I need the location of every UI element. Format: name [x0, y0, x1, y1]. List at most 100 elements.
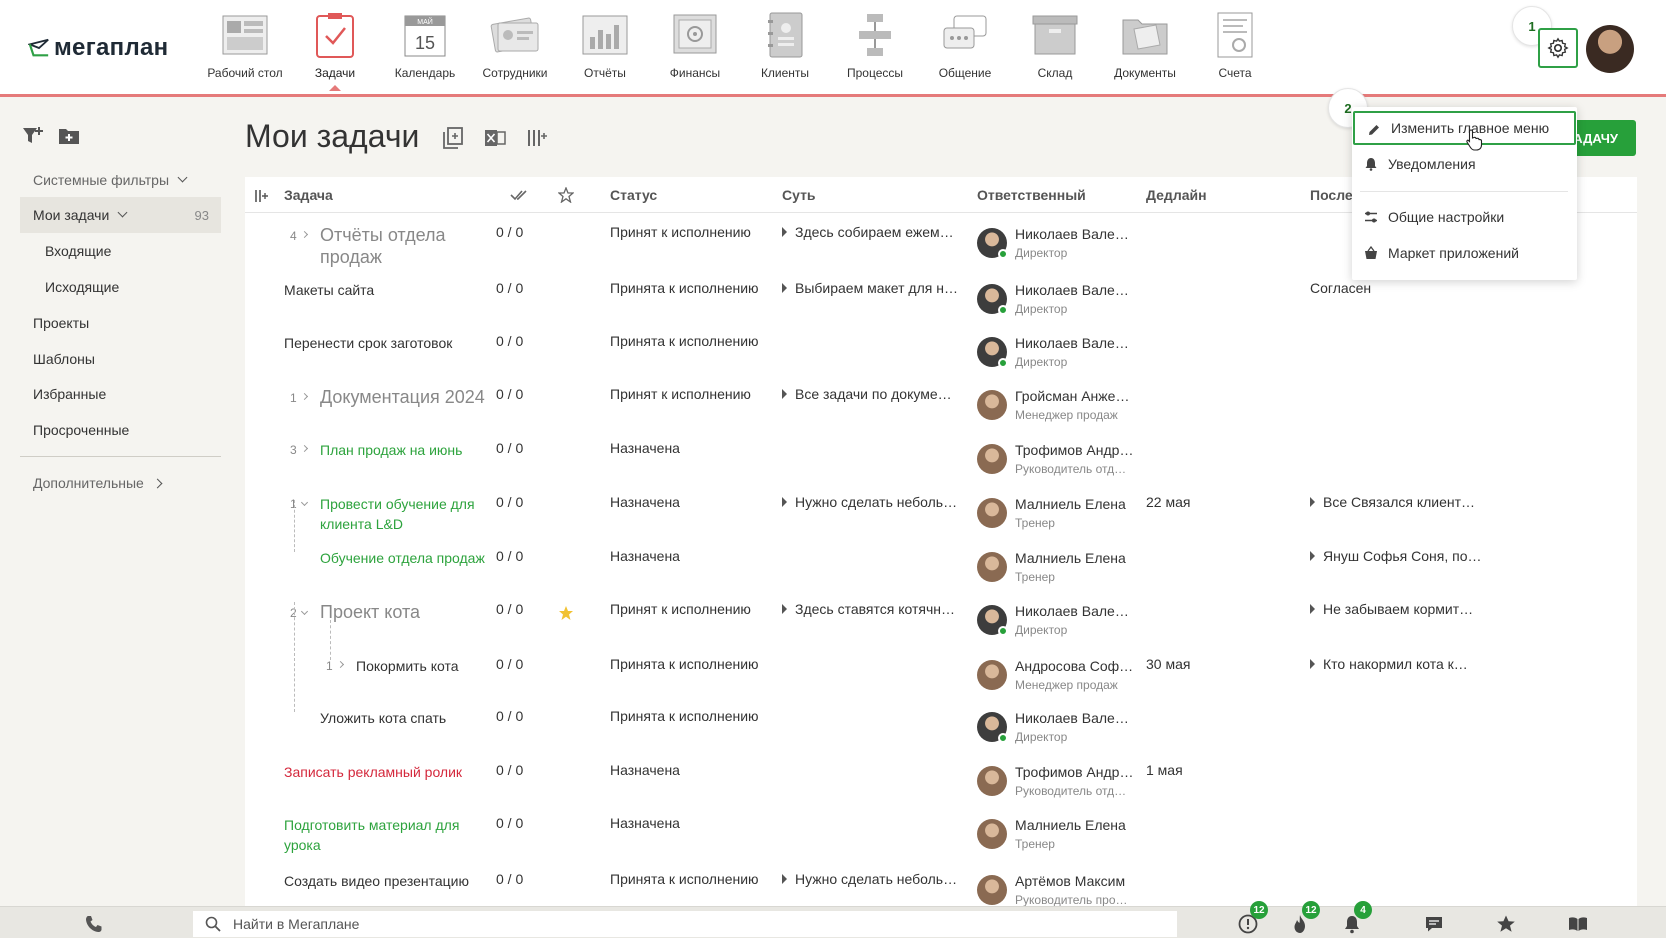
subtask-count[interactable]: 4	[290, 229, 297, 243]
chevron-right-icon[interactable]	[300, 444, 309, 453]
table-row[interactable]: Обучение отдела продаж 0 / 0 Назначена Малн…	[245, 548, 1637, 598]
table-row[interactable]: 1 Документация 2024 0 / 0 Принят к исполнен…	[245, 386, 1637, 436]
table-row[interactable]: Уложить кота спать 0 / 0 Принята к исполне…	[245, 708, 1637, 758]
last-comment[interactable]: Согласен	[1310, 280, 1371, 296]
subtask-count[interactable]: 1	[290, 391, 297, 405]
sidebar-item-outgoing[interactable]: Исходящие	[20, 269, 221, 305]
columns-settings-icon[interactable]	[526, 127, 548, 149]
copy-icon[interactable]	[442, 127, 464, 149]
chevron-right-icon[interactable]	[300, 392, 309, 401]
last-comment[interactable]: Януш Софья Соня, по…	[1310, 548, 1482, 564]
sidebar-item-overdue[interactable]: Просроченные	[20, 412, 221, 448]
nav-item-finance[interactable]: Финансы	[650, 10, 740, 91]
task-name-link[interactable]: Отчёты отдела продаж	[320, 224, 446, 268]
task-name-link[interactable]: Создать видео презентацию	[284, 871, 469, 891]
table-row[interactable]: Записать рекламный ролик 0 / 0 Назначена Тр…	[245, 762, 1637, 812]
table-row[interactable]: Перенести срок заготовок 0 / 0 Принята к и…	[245, 333, 1637, 383]
sidebar-item-my-tasks[interactable]: Мои задачи 93	[20, 197, 221, 233]
table-row[interactable]: Создать видео презентацию 0 / 0 Принята к …	[245, 871, 1637, 906]
sidebar-item-system-filters[interactable]: Системные фильтры	[20, 162, 221, 198]
messages-icon[interactable]	[1424, 914, 1444, 934]
task-name-link[interactable]: Перенести срок заготовок	[284, 333, 452, 353]
last-comment[interactable]: Не забываем кормит…	[1310, 601, 1473, 617]
knowledge-book-icon[interactable]	[1568, 914, 1588, 934]
chevron-right-icon[interactable]	[300, 230, 309, 239]
settings-button[interactable]	[1538, 28, 1578, 68]
task-name-link[interactable]: Проект кота	[320, 601, 420, 623]
table-row[interactable]: 2 Проект кота 0 / 0 Принят к исполнению Здес…	[245, 601, 1637, 651]
task-essence[interactable]: Нужно сделать неболь…	[782, 871, 957, 887]
sidebar-item-incoming[interactable]: Входящие	[20, 233, 221, 269]
task-name-link[interactable]: Покормить кота	[356, 656, 459, 676]
nav-item-desktop[interactable]: Рабочий стол	[200, 10, 290, 91]
nav-item-processes[interactable]: Процессы	[830, 10, 920, 91]
table-row[interactable]: 3 План продаж на июнь 0 / 0 Назначена Трофим…	[245, 440, 1637, 490]
column-last[interactable]: После	[1310, 187, 1353, 203]
folder-add-icon[interactable]	[58, 126, 80, 146]
excel-export-icon[interactable]	[484, 127, 506, 149]
column-toggle-icon[interactable]	[255, 189, 269, 203]
sidebar-item-additional[interactable]: Дополнительные	[20, 465, 221, 501]
subtask-count[interactable]: 3	[290, 443, 297, 457]
task-name-link[interactable]: Записать рекламный ролик	[284, 762, 462, 782]
task-name-link[interactable]: Документация 2024	[320, 386, 485, 408]
column-task[interactable]: Задача	[284, 187, 333, 203]
task-essence[interactable]: Здесь ставятся котячн…	[782, 601, 955, 617]
table-row[interactable]: Макеты сайта 0 / 0 Принята к исполнению Выб…	[245, 280, 1637, 330]
task-name-link[interactable]: Обучение отдела продаж	[320, 548, 485, 568]
column-status[interactable]: Статус	[610, 187, 657, 203]
nav-item-clients[interactable]: Клиенты	[740, 10, 830, 91]
last-comment[interactable]: Кто накормил кота к…	[1310, 656, 1468, 672]
phone-icon[interactable]	[84, 915, 104, 933]
task-name-link[interactable]: Подготовить материал для урока	[284, 815, 459, 855]
star-column-icon[interactable]	[558, 187, 574, 203]
task-name-link[interactable]: Провести обучение для клиента L&D	[320, 494, 475, 534]
task-essence[interactable]: Выбираем макет для н…	[782, 280, 958, 296]
double-check-icon[interactable]	[510, 189, 528, 201]
task-name-link[interactable]: План продаж на июнь	[320, 440, 462, 460]
sidebar-item-favorites[interactable]: Избранные	[20, 376, 221, 412]
star-filled-icon[interactable]	[558, 605, 574, 621]
sidebar-item-templates[interactable]: Шаблоны	[20, 341, 221, 377]
menu-item-notifications[interactable]: Уведомления	[1352, 147, 1577, 181]
task-name-link[interactable]: Уложить кота спать	[320, 708, 446, 728]
nav-item-documents[interactable]: Документы	[1100, 10, 1190, 91]
hot-count-badge: 12	[1302, 901, 1320, 919]
person-name: Трофимов Андр…	[1015, 442, 1134, 458]
table-row[interactable]: 1 Покормить кота 0 / 0 Принята к исполнению…	[245, 656, 1637, 706]
nav-item-invoices[interactable]: Счета	[1190, 10, 1280, 91]
table-row[interactable]: 1 Провести обучение для клиента L&D 0 / 0 На…	[245, 494, 1637, 544]
expand-triangle-icon	[782, 283, 787, 293]
chevron-down-icon[interactable]	[300, 498, 309, 507]
task-name-link[interactable]: Макеты сайта	[284, 280, 374, 300]
nav-item-warehouse[interactable]: Склад	[1010, 10, 1100, 91]
nav-item-chat[interactable]: Общение	[920, 10, 1010, 91]
sidebar-item-projects[interactable]: Проекты	[20, 305, 221, 341]
filter-add-icon[interactable]	[22, 126, 44, 146]
user-avatar[interactable]	[1586, 25, 1634, 73]
task-name-line: План продаж на июнь	[320, 442, 463, 458]
nav-item-employees[interactable]: Сотрудники	[470, 10, 560, 91]
column-responsible[interactable]: Ответственный	[977, 187, 1086, 203]
person-role: Менеджер продаж	[1015, 678, 1118, 692]
nav-label: Документы	[1114, 66, 1176, 80]
column-essence[interactable]: Суть	[782, 187, 816, 203]
nav-item-reports[interactable]: Отчёты	[560, 10, 650, 91]
menu-item-general-settings[interactable]: Общие настройки	[1352, 200, 1577, 234]
task-essence[interactable]: Нужно сделать неболь…	[782, 494, 957, 510]
column-deadline[interactable]: Дедлайн	[1146, 187, 1207, 203]
menu-item-app-market[interactable]: Маркет приложений	[1352, 236, 1577, 270]
global-search-input[interactable]: Найти в Мегаплане	[193, 911, 1177, 937]
logo-icon	[28, 38, 49, 57]
subtask-count[interactable]: 1	[326, 659, 333, 673]
chevron-right-icon[interactable]	[336, 660, 345, 669]
task-essence[interactable]: Все задачи по докуме…	[782, 386, 952, 402]
table-row[interactable]: Подготовить материал для урока 0 / 0 Назнач…	[245, 815, 1637, 865]
favorites-star-icon[interactable]	[1496, 914, 1516, 934]
nav-item-tasks[interactable]: Задачи	[290, 10, 380, 91]
nav-item-calendar[interactable]: МАЙ 15 Календарь	[380, 10, 470, 91]
app-logo[interactable]: мегаплан	[28, 34, 168, 62]
last-comment[interactable]: Все Связался клиент…	[1310, 494, 1475, 510]
chevron-down-icon[interactable]	[300, 607, 309, 616]
task-essence[interactable]: Здесь собираем ежем…	[782, 224, 954, 240]
